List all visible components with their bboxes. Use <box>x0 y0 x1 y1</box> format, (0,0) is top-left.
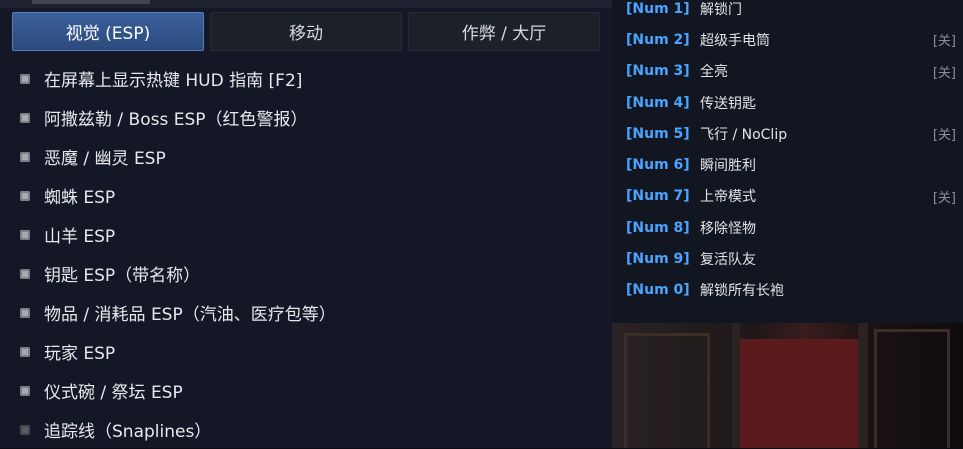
hotkey-row: [Num 4] 传送钥匙 <box>626 87 956 118</box>
option-label: 恶魔 / 幽灵 ESP <box>44 149 166 169</box>
hotkey-list: [Num 1] 解锁门 [Num 2] 超级手电筒 [关] [Num 3] 全亮 [关] [Nu… <box>626 0 956 306</box>
game-background <box>612 323 963 448</box>
option-row[interactable]: 在屏幕上显示热键 HUD 指南 [F2] <box>20 59 600 98</box>
option-row[interactable]: 追踪线（Snaplines） <box>20 410 600 449</box>
title-bar-remnant <box>0 0 612 8</box>
hotkey-state: [关] <box>932 65 956 81</box>
option-label: 在屏幕上显示热键 HUD 指南 [F2] <box>44 71 303 91</box>
checkbox-checked[interactable] <box>20 385 30 396</box>
option-label: 山羊 ESP <box>44 227 116 247</box>
hotkey-row: [Num 7] 上帝模式 [关] <box>626 181 956 212</box>
tab-cheats-lobby[interactable]: 作弊 / 大厅 <box>408 12 600 51</box>
checkbox-checked[interactable] <box>20 190 30 201</box>
hotkey-key: [Num 4] <box>626 94 690 111</box>
hotkey-state: [关] <box>932 128 956 144</box>
hotkey-key: [Num 8] <box>626 219 690 236</box>
checkbox-checked[interactable] <box>20 307 30 318</box>
option-label: 阿撒兹勒 / Boss ESP（红色警报） <box>44 110 308 130</box>
hotkey-row: [Num 5] 飞行 / NoClip [关] <box>626 118 956 149</box>
hotkey-row: [Num 9] 复活队友 <box>626 243 956 274</box>
hotkey-key: [Num 0] <box>626 282 690 299</box>
checkbox-checked[interactable] <box>20 268 30 279</box>
hotkey-key: [Num 7] <box>626 188 690 205</box>
hotkey-label: 全亮 <box>700 64 728 81</box>
option-list: 在屏幕上显示热键 HUD 指南 [F2] 阿撒兹勒 / Boss ESP（红色警报… <box>20 59 600 449</box>
hotkey-row: [Num 2] 超级手电筒 [关] <box>626 24 956 55</box>
option-row[interactable]: 阿撒兹勒 / Boss ESP（红色警报） <box>20 98 600 137</box>
hotkey-row: [Num 6] 瞬间胜利 <box>626 149 956 180</box>
tab-movement[interactable]: 移动 <box>210 12 402 51</box>
hotkey-hud: [Num 1] 解锁门 [Num 2] 超级手电筒 [关] [Num 3] 全亮 [关] [Nu… <box>612 0 963 323</box>
scene-pillar <box>858 323 868 448</box>
hotkey-row: [Num 8] 移除怪物 <box>626 212 956 243</box>
option-row[interactable]: 恶魔 / 幽灵 ESP <box>20 137 600 176</box>
tab-bar: 视觉 (ESP) 移动 作弊 / 大厅 <box>12 12 600 51</box>
hotkey-label: 移除怪物 <box>700 220 756 237</box>
hotkey-label: 上帝模式 <box>700 189 756 206</box>
scene-panel <box>874 329 950 448</box>
hotkey-key: [Num 3] <box>626 63 690 80</box>
checkbox-checked[interactable] <box>20 346 30 357</box>
option-row[interactable]: 玩家 ESP <box>20 332 600 371</box>
hotkey-state: [关] <box>932 190 956 206</box>
hotkey-overlay: [Num 1] 解锁门 [Num 2] 超级手电筒 [关] [Num 3] 全亮 [关] [Nu… <box>612 0 963 448</box>
checkbox-checked[interactable] <box>20 151 30 162</box>
option-row[interactable]: 蜘蛛 ESP <box>20 176 600 215</box>
option-label: 玩家 ESP <box>44 344 116 364</box>
hotkey-label: 飞行 / NoClip <box>700 126 788 143</box>
scene-panel <box>624 333 710 448</box>
scene-red-door <box>740 339 858 448</box>
hotkey-key: [Num 6] <box>626 157 690 174</box>
checkbox-checked[interactable] <box>20 73 30 84</box>
option-label: 物品 / 消耗品 ESP（汽油、医疗包等） <box>44 305 336 325</box>
option-label: 蜘蛛 ESP <box>44 188 116 208</box>
hotkey-row: [Num 0] 解锁所有长袍 <box>626 275 956 306</box>
cheat-menu-panel: 视觉 (ESP) 移动 作弊 / 大厅 在屏幕上显示热键 HUD 指南 [F2]… <box>0 0 612 448</box>
hotkey-label: 超级手电筒 <box>700 32 770 49</box>
hotkey-key: [Num 2] <box>626 31 690 48</box>
hotkey-label: 解锁所有长袍 <box>700 283 784 300</box>
checkbox-unchecked[interactable] <box>20 424 30 435</box>
hotkey-label: 传送钥匙 <box>700 95 756 112</box>
option-row[interactable]: 钥匙 ESP（带名称） <box>20 254 600 293</box>
hotkey-label: 解锁门 <box>700 1 742 18</box>
option-label: 钥匙 ESP（带名称） <box>44 266 201 286</box>
hotkey-key: [Num 1] <box>626 0 690 17</box>
hotkey-state: [关] <box>932 34 956 50</box>
scene-pillar <box>732 323 740 448</box>
option-row[interactable]: 仪式碗 / 祭坛 ESP <box>20 371 600 410</box>
hotkey-label: 瞬间胜利 <box>700 158 756 175</box>
hotkey-row: [Num 3] 全亮 [关] <box>626 56 956 87</box>
tab-visual-esp[interactable]: 视觉 (ESP) <box>12 12 204 51</box>
option-row[interactable]: 山羊 ESP <box>20 215 600 254</box>
hotkey-key: [Num 9] <box>626 251 690 268</box>
option-label: 仪式碗 / 祭坛 ESP <box>44 383 183 403</box>
checkbox-checked[interactable] <box>20 229 30 240</box>
hotkey-key: [Num 5] <box>626 125 690 142</box>
option-label: 追踪线（Snaplines） <box>44 422 212 442</box>
clipped-title <box>32 0 150 4</box>
hotkey-label: 复活队友 <box>700 252 756 269</box>
hotkey-row: [Num 1] 解锁门 <box>626 0 956 24</box>
checkbox-checked[interactable] <box>20 112 30 123</box>
option-row[interactable]: 物品 / 消耗品 ESP（汽油、医疗包等） <box>20 293 600 332</box>
